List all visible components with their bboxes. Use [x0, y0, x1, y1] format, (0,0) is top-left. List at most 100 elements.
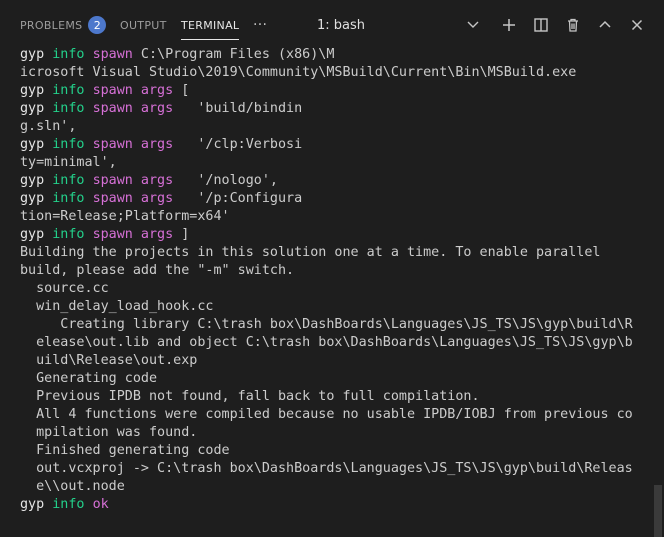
terminal-line: Previous IPDB not found, fall back to fu… [20, 388, 640, 406]
terminal-line: gyp info spawn args [ [20, 82, 640, 100]
log-text: '/nologo', [173, 173, 278, 188]
log-gyp-token: gyp [20, 83, 45, 98]
kill-terminal-button[interactable] [561, 13, 585, 37]
terminal-line: gyp info spawn args '/nologo', [20, 172, 640, 190]
log-text: ] [173, 227, 190, 242]
terminal-line: ty=minimal', [20, 154, 640, 172]
log-args-token: spawn args [92, 83, 174, 98]
log-info-token: info [52, 83, 85, 98]
terminal-line: gyp info spawn args ] [20, 226, 640, 244]
log-text: uild\Release\out.exp [20, 353, 198, 368]
terminal-select[interactable]: 1: bash [317, 13, 487, 37]
log-args-token: spawn args [92, 137, 174, 152]
log-text: C:\Program Files (x86)\M [132, 47, 335, 62]
log-ok-token: ok [92, 497, 109, 512]
tab-terminal-label: TERMINAL [181, 18, 240, 32]
log-text: ty=minimal', [20, 155, 117, 170]
chevron-up-icon [599, 20, 611, 28]
log-info-token: info [52, 227, 85, 242]
log-text: '/p:Configura [173, 191, 303, 206]
log-info-token: info [52, 497, 85, 512]
log-args-token: spawn args [92, 101, 174, 116]
log-args-token: spawn args [92, 173, 174, 188]
terminal-line: gyp info spawn args 'build/bindin [20, 100, 640, 118]
terminal-line: Building the projects in this solution o… [20, 244, 640, 262]
log-text: mpilation was found. [20, 425, 198, 440]
terminal-line: elease\out.lib and object C:\trash box\D… [20, 334, 640, 352]
tab-output-label: OUTPUT [120, 18, 167, 32]
log-gyp-token: gyp [20, 173, 45, 188]
log-text: Previous IPDB not found, fall back to fu… [20, 389, 480, 404]
log-info-token: info [52, 137, 85, 152]
terminal-line: Generating code [20, 370, 640, 388]
problems-count-badge: 2 [88, 16, 107, 34]
log-spawn-token: spawn [92, 47, 133, 62]
terminal-line: e\\out.node [20, 478, 640, 496]
log-text: g.sln', [20, 119, 77, 134]
log-text: '/clp:Verbosi [173, 137, 303, 152]
panel-header: PROBLEMS 2 OUTPUT TERMINAL ··· 1: bash [0, 0, 664, 50]
terminal-line: mpilation was found. [20, 424, 640, 442]
terminal-line: win_delay_load_hook.cc [20, 298, 640, 316]
split-terminal-button[interactable] [529, 13, 553, 37]
log-text: [ [173, 83, 190, 98]
more-actions-button[interactable]: ··· [253, 0, 267, 50]
log-text: e\\out.node [20, 479, 125, 494]
log-info-token: info [52, 173, 85, 188]
tab-problems[interactable]: PROBLEMS 2 [20, 0, 107, 50]
close-panel-button[interactable] [625, 13, 649, 37]
log-text: Generating code [20, 371, 158, 386]
log-gyp-token: gyp [20, 137, 45, 152]
terminal-output[interactable]: gyp info spawn C:\Program Files (x86)\M i… [20, 46, 640, 537]
terminal-line: All 4 functions were compiled because no… [20, 406, 640, 424]
log-args-token: spawn args [92, 191, 174, 206]
log-text: tion=Release;Platform=x64' [20, 209, 230, 224]
terminal-line: gyp info ok [20, 496, 640, 514]
log-text: All 4 functions were compiled because no… [20, 407, 633, 422]
terminal-line: Creating library C:\trash box\DashBoards… [20, 316, 640, 334]
log-text: source.cc [20, 281, 109, 296]
log-text: Creating library C:\trash box\DashBoards… [20, 317, 633, 332]
log-gyp-token: gyp [20, 227, 45, 242]
log-text: Finished generating code [20, 443, 230, 458]
log-info-token: info [52, 191, 85, 206]
split-icon [534, 18, 548, 32]
log-gyp-token: gyp [20, 47, 45, 62]
terminal-line: tion=Release;Platform=x64' [20, 208, 640, 226]
log-gyp-token: gyp [20, 101, 45, 116]
tab-problems-label: PROBLEMS [20, 18, 83, 32]
terminal-line: build, please add the "-m" switch. [20, 262, 640, 280]
terminal-line: source.cc [20, 280, 640, 298]
plus-icon [503, 19, 515, 31]
new-terminal-button[interactable] [497, 13, 521, 37]
tab-terminal[interactable]: TERMINAL [181, 0, 240, 50]
log-text: 'build/bindin [173, 101, 303, 116]
log-text: elease\out.lib and object C:\trash box\D… [20, 335, 633, 350]
terminal-scrollbar[interactable] [654, 485, 662, 537]
tab-output[interactable]: OUTPUT [120, 0, 167, 50]
log-text: icrosoft Visual Studio\2019\Community\MS… [20, 65, 577, 80]
terminal-line: out.vcxproj -> C:\trash box\DashBoards\L… [20, 460, 640, 478]
log-text: out.vcxproj -> C:\trash box\DashBoards\L… [20, 461, 633, 476]
terminal-line: uild\Release\out.exp [20, 352, 640, 370]
more-icon: ··· [253, 17, 268, 33]
terminal-line: Finished generating code [20, 442, 640, 460]
terminal-line: gyp info spawn C:\Program Files (x86)\M [20, 46, 640, 64]
log-text: win_delay_load_hook.cc [20, 299, 214, 314]
log-info-token: info [52, 101, 85, 116]
maximize-panel-button[interactable] [593, 13, 617, 37]
terminal-line: g.sln', [20, 118, 640, 136]
log-text: Building the projects in this solution o… [20, 245, 601, 260]
log-args-token: spawn args [92, 227, 174, 242]
trash-icon [568, 18, 578, 32]
chevron-down-icon [465, 16, 481, 36]
log-text: build, please add the "-m" switch. [20, 263, 295, 278]
